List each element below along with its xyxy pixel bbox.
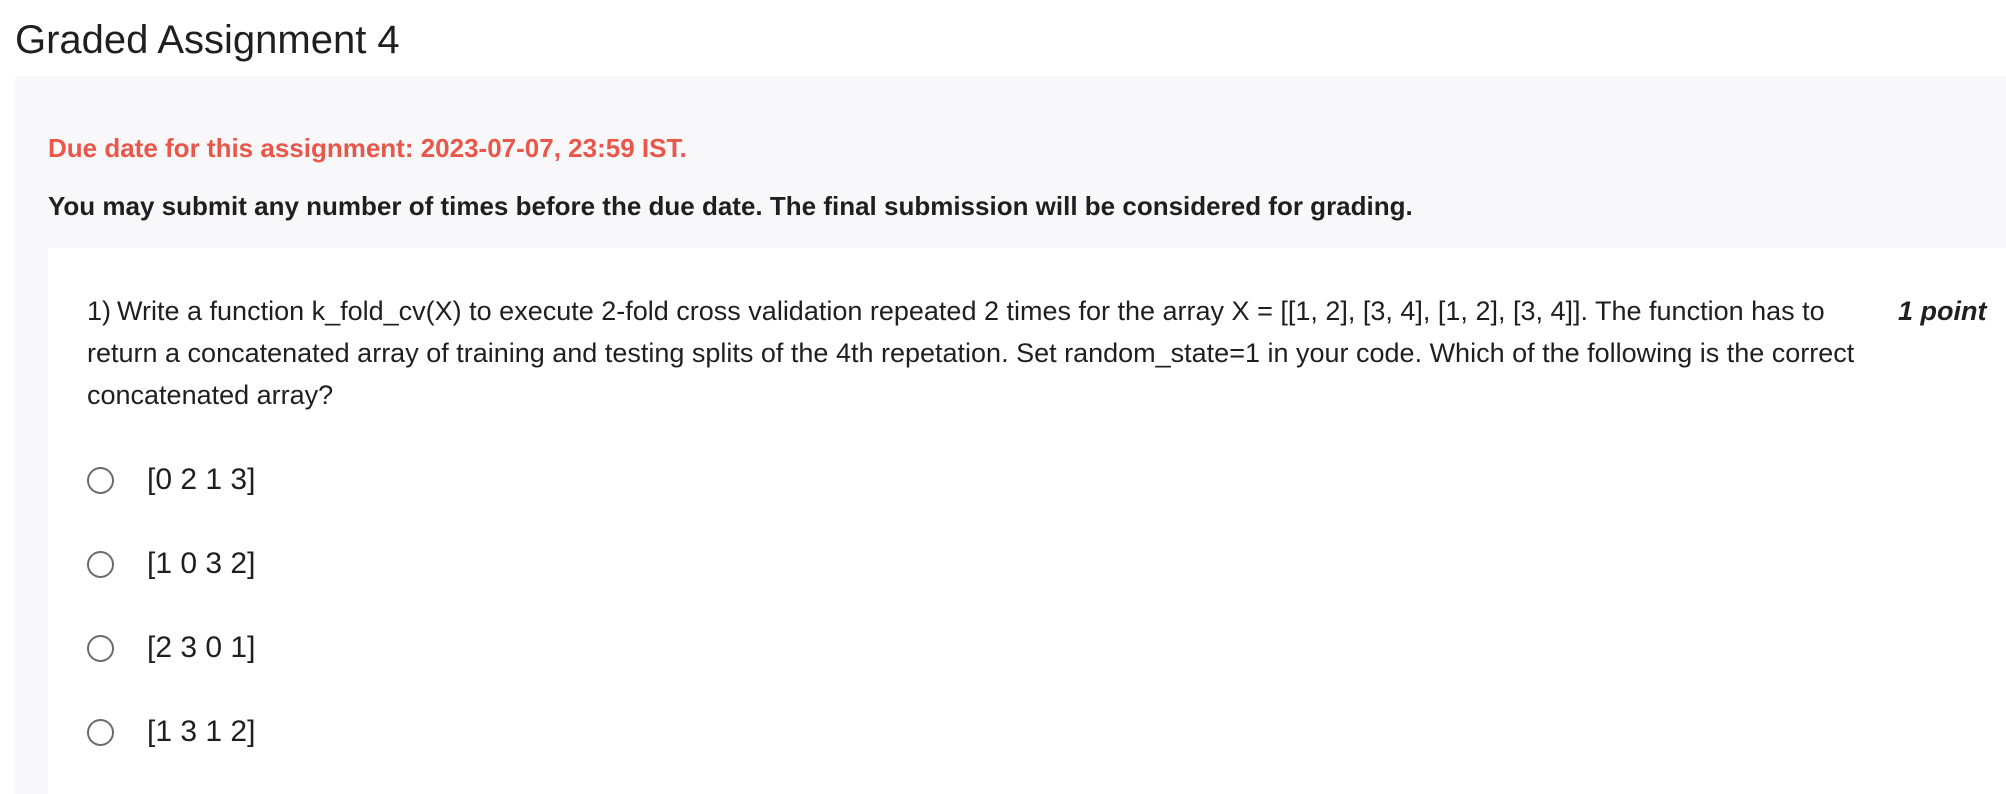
option-2[interactable]: [1 0 3 2] [87, 522, 255, 606]
question-points: 1 point [1898, 296, 1987, 326]
option-3[interactable]: [2 3 0 1] [87, 606, 255, 690]
assignment-panel: Due date for this assignment: 2023-07-07… [15, 76, 2006, 794]
due-date-notice: Due date for this assignment: 2023-07-07… [48, 133, 687, 163]
question-line-3: concatenated array? [87, 380, 334, 410]
answer-options: [0 2 1 3] [1 0 3 2] [2 3 0 1] [1 3 1 2] [87, 438, 255, 774]
page-title: Graded Assignment 4 [15, 18, 400, 62]
question-number: 1) [87, 296, 112, 326]
option-label: [1 3 1 2] [147, 715, 256, 748]
radio-button[interactable] [87, 466, 114, 494]
option-label: [2 3 0 1] [147, 631, 256, 664]
radio-button[interactable] [87, 634, 114, 662]
question-card: 1) Write a function k_fold_cv(X) to execu… [48, 248, 2006, 794]
option-label: [0 2 1 3] [147, 463, 256, 496]
radio-button[interactable] [87, 718, 114, 746]
option-1[interactable]: [0 2 1 3] [87, 438, 255, 522]
page: Graded Assignment 4 Due date for this as… [0, 0, 2006, 794]
radio-button[interactable] [87, 550, 114, 578]
question-line-1: 1) Write a function k_fold_cv(X) to execu… [87, 296, 1825, 326]
question-line-2: return a concatenated array of training … [87, 338, 1855, 368]
option-label: [1 0 3 2] [147, 547, 256, 580]
option-4[interactable]: [1 3 1 2] [87, 690, 255, 774]
question-text: 1) Write a function k_fold_cv(X) to execu… [87, 290, 1987, 416]
submission-note: You may submit any number of times befor… [48, 191, 1413, 221]
